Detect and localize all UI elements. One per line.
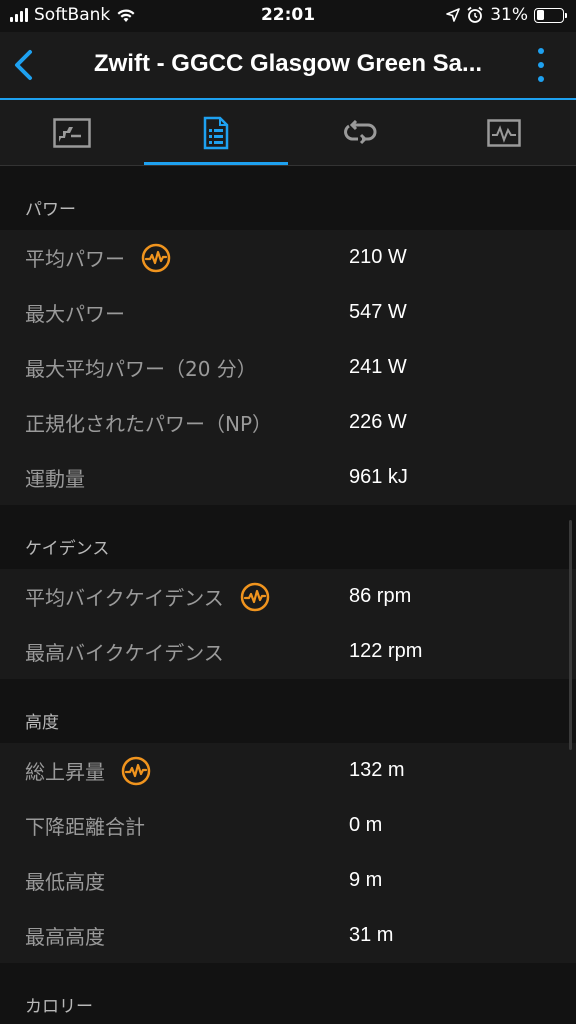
- chart-icon: [53, 117, 91, 148]
- stat-value: 31 m: [349, 924, 394, 946]
- stats-list[interactable]: パワー平均パワー 210 W 最大パワー 547 W 最大平均パワー（20 分） 241 …: [0, 166, 576, 1024]
- section-rows: 平均パワー 210 W 最大パワー 547 W 最大平均パワー（20 分） 241 W 正規…: [0, 230, 576, 505]
- section-rows: 平均バイクケイデンス 86 rpm 最高バイクケイデンス 122 rpm: [0, 569, 576, 679]
- battery-level: [536, 10, 545, 20]
- stat-label-container: 平均バイクケイデンス: [25, 582, 270, 612]
- section-header: カロリー: [0, 963, 576, 1024]
- stat-value: 9 m: [349, 869, 383, 891]
- stat-label-container: 正規化されたパワー（NP）: [25, 408, 272, 437]
- stat-label-container: 総上昇量: [25, 756, 151, 786]
- stat-label: 下降距離合計: [25, 815, 145, 839]
- tab-summary-chart[interactable]: [0, 100, 144, 165]
- stat-label-container: 最大パワー: [25, 298, 125, 327]
- navigation-bar: Zwift - GGCC Glasgow Green Sa...: [0, 32, 576, 98]
- stat-label: 最大平均パワー（20 分）: [25, 357, 257, 381]
- tab-graph[interactable]: [432, 100, 576, 165]
- section-header: ケイデンス: [0, 505, 576, 569]
- pulse-badge-icon[interactable]: [121, 756, 151, 786]
- list-document-icon: [203, 116, 229, 149]
- stat-label-container: 最高高度: [25, 921, 105, 950]
- section-header: 高度: [0, 679, 576, 743]
- activity-title: Zwift - GGCC Glasgow Green Sa...: [93, 50, 483, 77]
- stat-row: 最高バイクケイデンス 122 rpm: [0, 624, 576, 679]
- stat-value: 961 kJ: [349, 466, 408, 488]
- stat-value: 210 W: [349, 246, 407, 268]
- pulse-badge-icon[interactable]: [240, 582, 270, 612]
- stat-label-container: 下降距離合計: [25, 811, 145, 840]
- stat-value: 86 rpm: [349, 585, 412, 607]
- stat-value: 241 W: [349, 356, 407, 378]
- status-right: 31%: [446, 5, 567, 25]
- stat-row: 最大平均パワー（20 分） 241 W: [0, 340, 576, 395]
- stat-label: 運動量: [25, 467, 85, 491]
- tab-laps[interactable]: [288, 100, 432, 165]
- stat-row: 下降距離合計 0 m: [0, 798, 576, 853]
- stat-label: 平均バイクケイデンス: [25, 586, 224, 610]
- stat-label: 最低高度: [25, 870, 105, 894]
- stat-label-container: 運動量: [25, 463, 85, 492]
- tab-stats[interactable]: [144, 100, 288, 165]
- stat-value: 122 rpm: [349, 640, 423, 662]
- stat-label: 平均パワー: [25, 247, 125, 271]
- stat-row: 正規化されたパワー（NP） 226 W: [0, 395, 576, 450]
- status-bar: SoftBank 22:01 31%: [0, 0, 576, 32]
- stat-label: 総上昇量: [25, 760, 105, 784]
- loop-icon: [344, 119, 377, 144]
- stat-label-container: 最高バイクケイデンス: [25, 637, 224, 666]
- stat-row: 最大パワー 547 W: [0, 285, 576, 340]
- stat-label: 最高バイクケイデンス: [25, 641, 224, 665]
- stat-label-container: 最低高度: [25, 866, 105, 895]
- stat-row: 総上昇量 132 m: [0, 743, 576, 798]
- stat-label: 最高高度: [25, 925, 105, 949]
- tab-bar: [0, 100, 576, 165]
- pulse-graph-icon: [487, 118, 521, 147]
- stat-value: 132 m: [349, 759, 405, 781]
- stat-label: 最大パワー: [25, 302, 125, 326]
- battery-percent: 31%: [490, 5, 528, 25]
- stat-value: 547 W: [349, 301, 407, 323]
- section-header: パワー: [0, 166, 576, 230]
- battery-icon: [534, 7, 567, 23]
- back-chevron-icon[interactable]: [10, 48, 40, 82]
- stat-label: 正規化されたパワー（NP）: [25, 412, 273, 436]
- pulse-badge-icon[interactable]: [141, 243, 171, 273]
- stat-label-container: 最大平均パワー（20 分）: [25, 353, 257, 382]
- stat-row: 最高高度 31 m: [0, 908, 576, 963]
- stat-label-container: 平均パワー: [25, 243, 171, 273]
- alarm-clock-icon: [467, 6, 483, 23]
- stat-value: 226 W: [349, 411, 407, 433]
- scrollbar[interactable]: [569, 520, 572, 750]
- location-arrow-icon: [446, 8, 461, 22]
- stat-row: 平均パワー 210 W: [0, 230, 576, 285]
- stat-value: 0 m: [349, 814, 383, 836]
- stat-row: 運動量 961 kJ: [0, 450, 576, 505]
- stat-row: 最低高度 9 m: [0, 853, 576, 908]
- more-menu-icon[interactable]: [536, 48, 546, 82]
- stat-row: 平均バイクケイデンス 86 rpm: [0, 569, 576, 624]
- section-rows: 総上昇量 132 m 下降距離合計 0 m 最低高度 9 m 最高高度 31 m: [0, 743, 576, 963]
